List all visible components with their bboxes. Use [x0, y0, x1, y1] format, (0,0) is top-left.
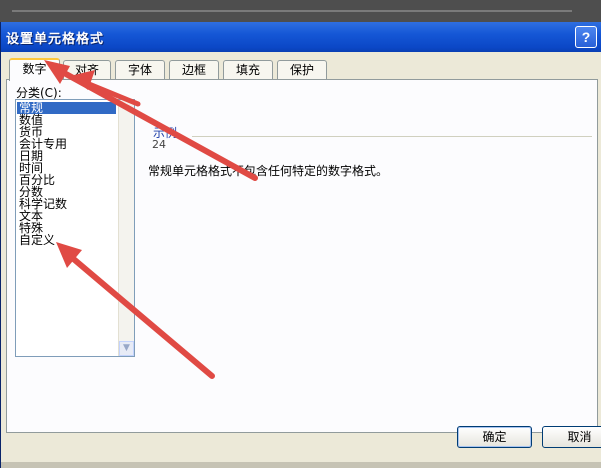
title-bar: 设置单元格格式 ?	[1, 22, 601, 52]
tab-number[interactable]: 数字	[9, 58, 60, 81]
scroll-down-arrow-icon[interactable]: ▼	[119, 341, 134, 356]
category-scrollbar[interactable]: ▼	[118, 100, 134, 356]
tab-protection[interactable]: 保护	[277, 60, 327, 79]
example-group: 示例 24	[144, 126, 594, 152]
tab-alignment[interactable]: 对齐	[63, 60, 111, 79]
example-divider	[192, 136, 592, 137]
tab-font[interactable]: 字体	[115, 60, 165, 79]
dialog-bottom-edge	[1, 462, 601, 468]
format-description: 常规单元格格式不包含任何特定的数字格式。	[148, 164, 389, 178]
category-list[interactable]: 常规 数值 货币 会计专用 日期 时间 百分比 分数 科学记数 文本 特殊 自定…	[15, 99, 135, 357]
tab-panel: 分类(C): 常规 数值 货币 会计专用 日期 时间 百分比 分数 科学记数 文…	[6, 79, 598, 433]
example-value: 24	[152, 138, 166, 151]
dialog-title: 设置单元格格式	[6, 32, 105, 47]
background-divider	[12, 10, 572, 12]
tab-fill[interactable]: 填充	[223, 60, 273, 79]
background-window-strip	[0, 0, 601, 22]
tab-border[interactable]: 边框	[169, 60, 219, 79]
category-item-custom[interactable]: 自定义	[19, 234, 55, 246]
format-cells-dialog: 设置单元格格式 ? 数字 对齐 字体 边框 填充 保护 分类(C): 常规 数值…	[0, 22, 601, 468]
help-button[interactable]: ?	[575, 26, 597, 48]
cancel-button[interactable]: 取消	[542, 426, 601, 448]
ok-button[interactable]: 确定	[457, 426, 532, 448]
